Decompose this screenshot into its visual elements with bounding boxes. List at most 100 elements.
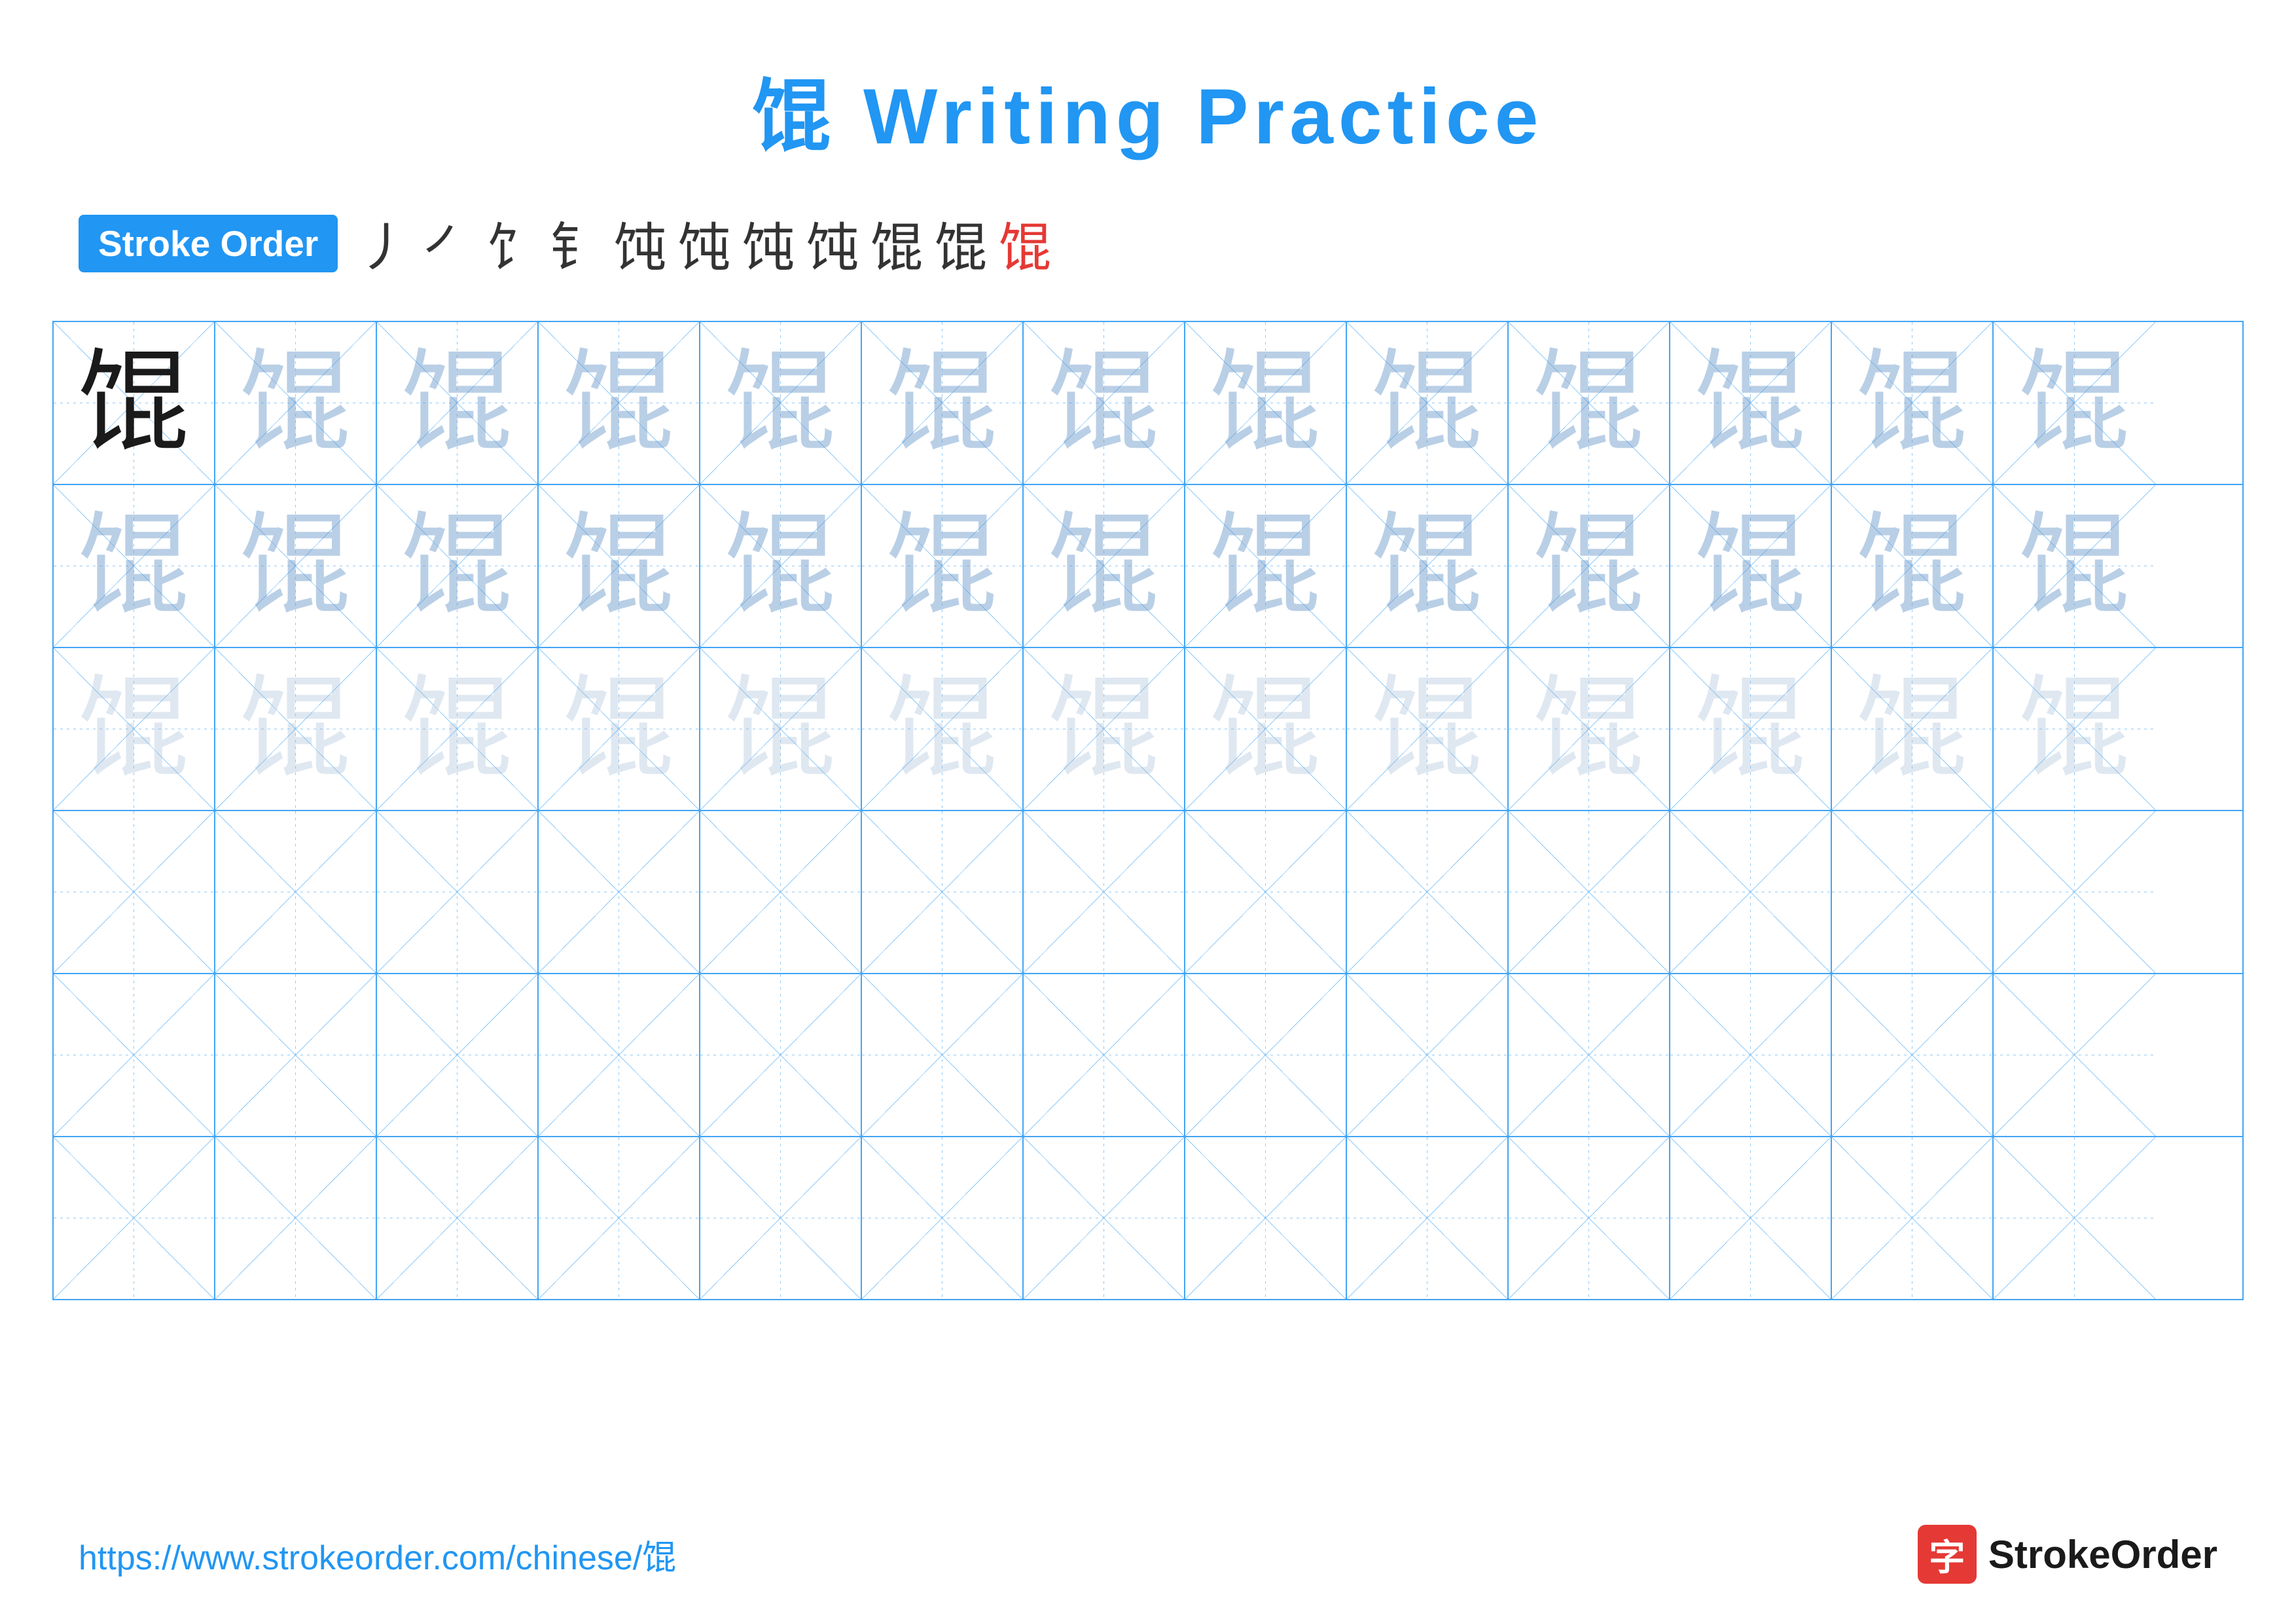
- practice-char: 馄: [1695, 348, 1806, 459]
- practice-char: 馄: [563, 674, 674, 785]
- stroke-order-section: Stroke Order 丿㇒饣钅饨饨饨饨馄馄馄: [0, 166, 2296, 308]
- grid-cell: 馄: [700, 648, 862, 810]
- practice-char: 馄: [1695, 674, 1806, 785]
- grid-cell: 馄: [1832, 648, 1994, 810]
- practice-char: 馄: [725, 511, 836, 622]
- practice-char: 馄: [1856, 511, 1967, 622]
- grid-cell: 馄: [1670, 322, 1832, 484]
- practice-char: 馄: [2018, 348, 2130, 459]
- practice-char: 馄: [78, 674, 189, 785]
- grid-cell: [377, 974, 539, 1136]
- grid-cell: 馄: [1994, 485, 2155, 647]
- grid-row-4: [54, 811, 2242, 974]
- grid-cell: [700, 1137, 862, 1299]
- grid-cell: 馄: [1024, 648, 1185, 810]
- stroke-step-0: 丿: [357, 206, 410, 282]
- footer-logo: 字 StrokeOrder: [1918, 1525, 2217, 1584]
- grid-cell: 馄: [377, 648, 539, 810]
- grid-cell: 馄: [1347, 322, 1509, 484]
- logo-text: StrokeOrder: [1988, 1532, 2217, 1577]
- practice-grid: 馄馄馄馄馄馄馄馄馄馄馄馄馄 馄馄馄馄馄馄馄馄馄馄馄馄馄 馄馄馄馄馄馄馄馄馄馄馄馄…: [52, 321, 2244, 1300]
- grid-row-2: 馄馄馄馄馄馄馄馄馄馄馄馄馄: [54, 485, 2242, 648]
- grid-cell: [54, 811, 215, 973]
- practice-char: 馄: [240, 348, 351, 459]
- grid-cell: 馄: [539, 648, 700, 810]
- grid-cell: [215, 974, 377, 1136]
- grid-cell: [1994, 974, 2155, 1136]
- grid-cell: [54, 1137, 215, 1299]
- practice-char: 馄: [1856, 348, 1967, 459]
- grid-cell: [539, 811, 700, 973]
- grid-cell: [1024, 1137, 1185, 1299]
- grid-cell: [1509, 974, 1670, 1136]
- practice-char: 馄: [1695, 511, 1806, 622]
- practice-char: 馄: [886, 511, 997, 622]
- grid-cell: [1670, 974, 1832, 1136]
- grid-cell: [1024, 811, 1185, 973]
- practice-char: 馄: [725, 348, 836, 459]
- grid-cell: 馄: [700, 485, 862, 647]
- practice-char: 馄: [886, 348, 997, 459]
- grid-cell: [1347, 1137, 1509, 1299]
- grid-cell: 馄: [215, 485, 377, 647]
- practice-char: 馄: [240, 674, 351, 785]
- practice-char: 馄: [1371, 674, 1482, 785]
- stroke-step-4: 饨: [614, 206, 666, 282]
- grid-row-3: 馄馄馄馄馄馄馄馄馄馄馄馄馄: [54, 648, 2242, 811]
- practice-char: 馄: [1533, 348, 1644, 459]
- grid-cell: 馄: [700, 322, 862, 484]
- grid-cell: 馄: [1347, 648, 1509, 810]
- stroke-step-6: 饨: [742, 206, 795, 282]
- practice-char: 馄: [401, 674, 512, 785]
- logo-icon: 字: [1918, 1525, 1977, 1584]
- grid-cell: 馄: [54, 648, 215, 810]
- grid-cell: 馄: [1670, 485, 1832, 647]
- practice-char: 馄: [725, 674, 836, 785]
- practice-char: 馄: [240, 511, 351, 622]
- grid-cell: 馄: [862, 648, 1024, 810]
- grid-cell: [1670, 1137, 1832, 1299]
- grid-cell: 馄: [1509, 485, 1670, 647]
- grid-cell: [1185, 1137, 1347, 1299]
- grid-cell: 馄: [1024, 322, 1185, 484]
- stroke-step-3: 钅: [550, 206, 602, 282]
- grid-cell: [862, 974, 1024, 1136]
- grid-cell: 馄: [1994, 648, 2155, 810]
- practice-char: 馄: [401, 348, 512, 459]
- practice-char: 馄: [1048, 348, 1159, 459]
- grid-cell: [539, 1137, 700, 1299]
- grid-cell: [54, 974, 215, 1136]
- practice-char: 馄: [1856, 674, 1967, 785]
- footer-url[interactable]: https://www.strokeorder.com/chinese/馄: [79, 1530, 676, 1579]
- practice-char: 馄: [78, 511, 189, 622]
- grid-cell: 馄: [1185, 485, 1347, 647]
- grid-cell: 馄: [539, 322, 700, 484]
- grid-cell: [1994, 1137, 2155, 1299]
- grid-cell: 馄: [1994, 322, 2155, 484]
- grid-cell: [377, 811, 539, 973]
- practice-char: 馄: [2018, 511, 2130, 622]
- grid-cell: [1185, 974, 1347, 1136]
- grid-cell: [539, 974, 700, 1136]
- grid-cell: 馄: [1509, 648, 1670, 810]
- grid-row-6: [54, 1137, 2242, 1299]
- grid-cell: 馄: [54, 322, 215, 484]
- grid-cell: 馄: [1832, 485, 1994, 647]
- grid-cell: 馄: [1509, 322, 1670, 484]
- stroke-step-1: ㇒: [422, 206, 474, 282]
- practice-char: 馄: [78, 348, 189, 459]
- grid-cell: [1024, 974, 1185, 1136]
- grid-cell: [215, 811, 377, 973]
- grid-cell: [1832, 811, 1994, 973]
- practice-char: 馄: [1210, 674, 1321, 785]
- grid-cell: [862, 811, 1024, 973]
- grid-row-5: [54, 974, 2242, 1137]
- footer: https://www.strokeorder.com/chinese/馄 字 …: [79, 1525, 2217, 1584]
- page-title: 馄 Writing Practice: [0, 0, 2296, 166]
- stroke-order-badge: Stroke Order: [79, 215, 338, 272]
- grid-cell: 馄: [1670, 648, 1832, 810]
- practice-char: 馄: [401, 511, 512, 622]
- practice-char: 馄: [886, 674, 997, 785]
- grid-cell: [377, 1137, 539, 1299]
- stroke-step-2: 饣: [486, 206, 538, 282]
